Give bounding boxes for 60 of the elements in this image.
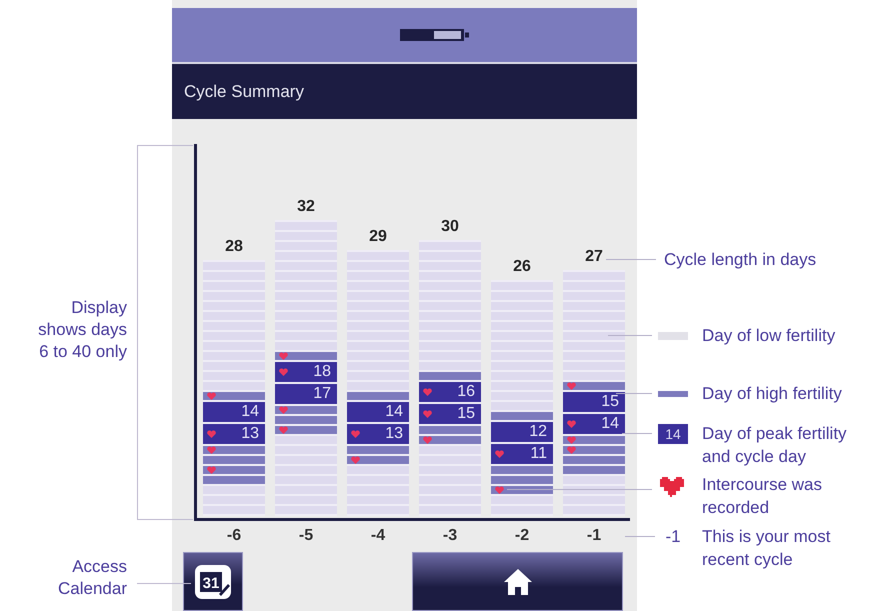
cycle-length: 32 — [297, 198, 315, 216]
heart-icon — [423, 388, 432, 396]
cycle-day-number: 15 — [457, 404, 476, 424]
legend-label: Intercourse was recorded — [702, 474, 823, 519]
leader-line — [625, 536, 655, 537]
cycle-day-number: 12 — [529, 422, 548, 442]
cycle-day-number: 14 — [601, 414, 620, 434]
cycle-index: -3 — [442, 527, 458, 546]
cycle-day-number: 18 — [313, 362, 332, 382]
cycle-length: 26 — [513, 258, 531, 276]
high-fertility-swatch — [658, 390, 688, 396]
cycle-day-number: 16 — [457, 382, 476, 402]
peak-fertility-swatch: 14 — [658, 424, 688, 444]
home-icon — [502, 568, 532, 596]
home-button[interactable] — [412, 552, 623, 611]
leader-line — [606, 259, 656, 260]
calendar-note: Access Calendar — [57, 556, 127, 600]
heart-icon — [567, 382, 576, 390]
cycle-index: -1 — [586, 527, 602, 546]
heart-icon — [351, 456, 360, 464]
screen-title: Cycle Summary — [184, 82, 304, 102]
heart-icon — [495, 450, 504, 458]
cycle-day-number: 15 — [601, 392, 620, 412]
cycle-day-number: 17 — [313, 384, 332, 404]
cycle-day-number: 13 — [385, 424, 404, 444]
legend-label: This is your most recent cycle — [702, 526, 832, 571]
legend-label: Day of high fertility — [702, 383, 843, 405]
heart-icon — [279, 406, 288, 414]
calendar-button[interactable]: 31 — [183, 552, 243, 611]
cycle-length: 28 — [225, 238, 243, 256]
range-note: Display shows days 6 to 40 only — [37, 297, 127, 363]
cycle-index: -2 — [514, 527, 530, 546]
cycle-index: -4 — [370, 527, 386, 546]
cycle-day-number: 11 — [530, 444, 548, 464]
leader-line — [622, 433, 652, 434]
heart-icon — [279, 426, 288, 434]
cycle-day-number: 14 — [241, 402, 260, 422]
heart-icon — [207, 392, 216, 400]
low-fertility-swatch — [658, 332, 688, 340]
leader-line — [616, 393, 652, 394]
heart-icon — [423, 410, 432, 418]
legend-label: Cycle length in days — [663, 249, 818, 271]
battery-icon — [400, 28, 470, 42]
legend-label: Day of peak fertility and cycle day — [702, 423, 848, 468]
cycle-index: -5 — [298, 527, 314, 546]
heart-icon — [495, 486, 504, 494]
cycle-index: -6 — [226, 527, 242, 546]
leader-line — [608, 335, 652, 336]
cycle-length: 29 — [369, 228, 387, 246]
heart-icon — [207, 466, 216, 474]
cycle-day-number: 13 — [241, 424, 260, 444]
heart-icon — [423, 436, 432, 444]
calendar-date: 31 — [202, 574, 220, 592]
cycle-index: -1 — [664, 526, 682, 548]
leader-line — [137, 583, 191, 584]
legend-label: Day of low fertility — [702, 325, 836, 347]
cycle-length: 30 — [441, 218, 459, 236]
heart-icon — [351, 430, 360, 438]
cycle-length: 27 — [585, 248, 603, 266]
cycle-day-number: 14 — [385, 402, 404, 422]
